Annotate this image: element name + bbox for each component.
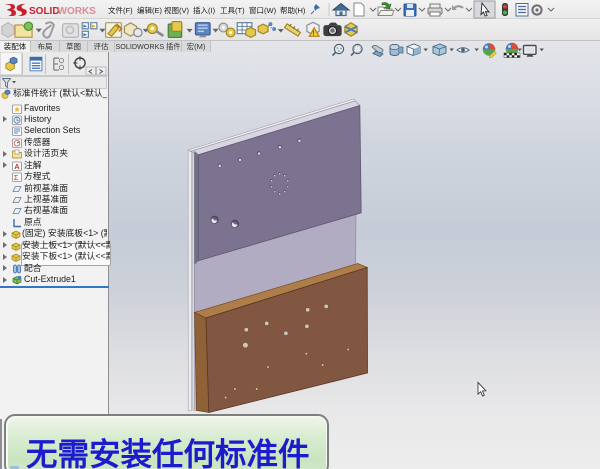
svg-text:WORKS: WORKS [58, 6, 97, 17]
svg-text:!: ! [313, 29, 315, 38]
svg-text:SOLID: SOLID [29, 6, 60, 17]
